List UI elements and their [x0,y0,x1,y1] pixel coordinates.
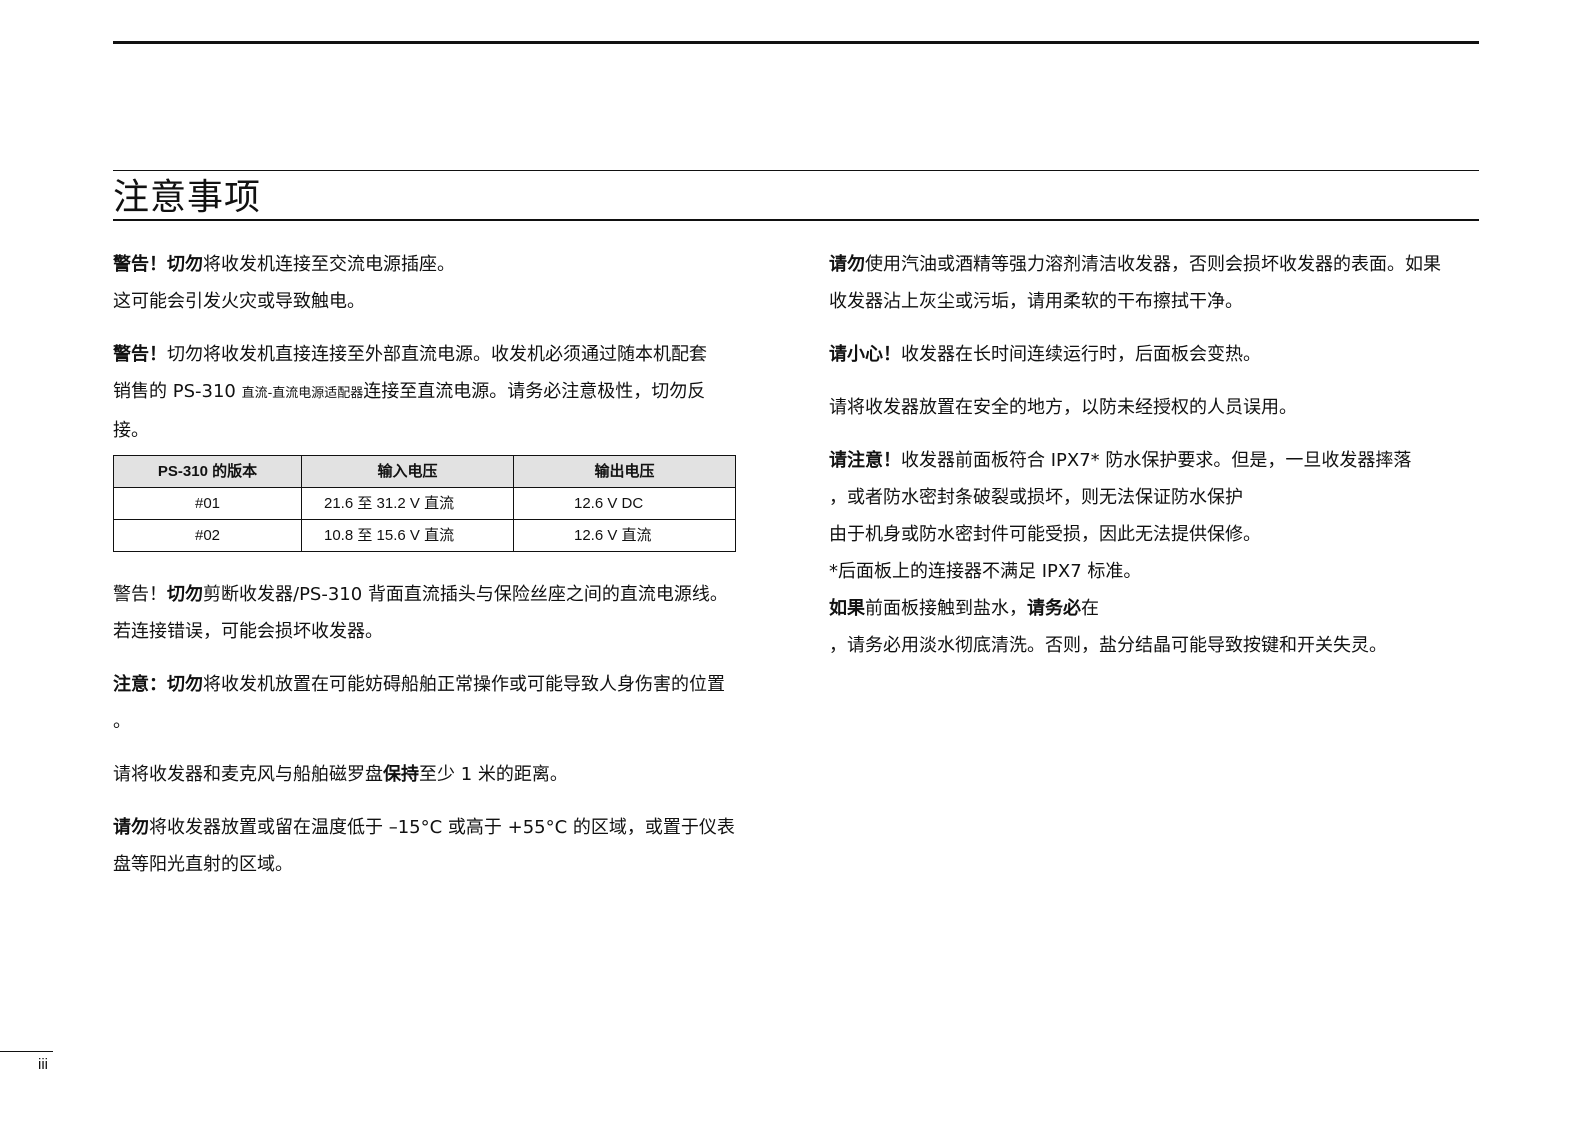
note-text: 至少 1 米的距离。 [419,764,568,785]
warning-text: 剪断收发器/PS-310 背面直流插头与保险丝座之间的直流电源线。 [203,584,728,605]
note-text: 请将收发器放置在安全的地方，以防未经授权的人员误用。 [829,397,1297,418]
table-header-cell: 输出电压 [513,455,736,488]
warning-label: 警告！ [113,344,167,365]
page-number: iii [38,1056,48,1073]
secure-placement-note: 请将收发器放置在安全的地方，以防未经授权的人员误用。 [829,389,1479,426]
compass-distance-note: 请将收发器和麦克风与船舶磁罗盘保持至少 1 米的距离。 [113,756,763,793]
table-row: #01 21.6 至 31.2 V 直流 12.6 V DC [113,487,736,520]
warning-text: 若连接错误，可能会损坏收发器。 [113,621,383,642]
warning-label: 警告！ [113,584,167,605]
note-text: *后面板上的连接器不满足 IPX7 标准。 [829,561,1142,582]
note-label: 请注意！ [829,450,901,471]
table-cell: 12.6 V DC [513,487,736,520]
page-title: 注意事项 [113,177,262,218]
warning-text: 销售的 PS-310 [113,381,242,402]
caution-text: 盘等阳光直射的区域。 [113,854,293,875]
note-text: ，请务必用淡水彻底清洗。否则，盐分结晶可能导致按键和开关失灵。 [829,635,1387,656]
title-rule-bottom [113,219,1479,221]
ps310-voltage-table: PS-310 的版本 输入电压 输出电压 #01 21.6 至 31.2 V 直… [113,455,736,552]
title-rule-top [113,170,1479,171]
caution-label: 注意： [113,674,167,695]
header-rule [113,41,1479,44]
note-text: ，或者防水密封条破裂或损坏，则无法保证防水保护 [829,487,1243,508]
table-cell: 21.6 至 31.2 V 直流 [301,487,514,520]
caution-text: 将收发器放置或留在温度低于 –15°C 或高于 +55°C 的区域，或置于仪表 [149,817,735,838]
dc-power-warning: 警告！切勿将收发机直接连接至外部直流电源。收发机必须通过随本机配套 销售的 PS… [113,336,763,449]
placement-caution: 注意：切勿将收发机放置在可能妨碍船舶正常操作或可能导致人身伤害的位置 。 [113,666,763,740]
left-column: 警告！切勿将收发机连接至交流电源插座。 这可能会引发火灾或导致触电。 警告！切勿… [113,246,763,899]
caution-label: 请小心！ [829,344,901,365]
dc-cable-warning: 警告！切勿剪断收发器/PS-310 背面直流插头与保险丝座之间的直流电源线。 若… [113,576,763,650]
caution-text: 将收发机放置在可能妨碍船舶正常操作或可能导致人身伤害的位置 [203,674,725,695]
caution-label: 请勿 [829,254,865,275]
note-emphasis: 保持 [383,764,419,785]
table-cell: #02 [113,519,302,552]
table-cell: 12.6 V 直流 [513,519,736,552]
note-emphasis: 请务必 [1027,598,1081,619]
table-header-cell: 输入电压 [301,455,514,488]
note-emphasis: 如果 [829,598,865,619]
warning-text: 接。 [113,420,149,441]
ac-power-warning: 警告！切勿将收发机连接至交流电源插座。 这可能会引发火灾或导致触电。 [113,246,763,320]
note-text: 前面板接触到盐水， [865,598,1027,619]
table-cell: 10.8 至 15.6 V 直流 [301,519,514,552]
waterproof-note: 请注意！收发器前面板符合 IPX7* 防水保护要求。但是，一旦收发器摔落 ，或者… [829,442,1479,664]
warning-text: 这可能会引发火灾或导致触电。 [113,291,365,312]
page-number-rule [0,1051,53,1052]
note-text: 收发器前面板符合 IPX7* 防水保护要求。但是，一旦收发器摔落 [901,450,1412,471]
caution-text: 使用汽油或酒精等强力溶剂清洁收发器，否则会损坏收发器的表面。如果 [865,254,1441,275]
note-text: 在 [1081,598,1099,619]
warning-label: 切勿 [167,584,203,605]
warning-text: 将收发机连接至交流电源插座。 [203,254,455,275]
caution-text: 。 [113,711,131,732]
table-row: #02 10.8 至 15.6 V 直流 12.6 V 直流 [113,519,736,552]
note-text: 由于机身或防水密封件可能受损，因此无法提供保修。 [829,524,1261,545]
note-text: 请将收发器和麦克风与船舶磁罗盘 [113,764,383,785]
caution-label: 切勿 [167,674,203,695]
caution-text: 收发器在长时间连续运行时，后面板会变热。 [901,344,1261,365]
warning-text: 连接至直流电源。请务必注意极性，切勿反 [363,381,706,402]
warning-text: 切勿将收发机直接连接至外部直流电源。收发机必须通过随本机配套 [167,344,707,365]
heat-caution: 请小心！收发器在长时间连续运行时，后面板会变热。 [829,336,1479,373]
table-header-cell: PS-310 的版本 [113,455,302,488]
temperature-caution: 请勿将收发器放置或留在温度低于 –15°C 或高于 +55°C 的区域，或置于仪… [113,809,763,883]
table-cell: #01 [113,487,302,520]
cleaning-caution: 请勿使用汽油或酒精等强力溶剂清洁收发器，否则会损坏收发器的表面。如果 收发器沾上… [829,246,1479,320]
warning-label: 警告！切勿 [113,254,203,275]
caution-label: 请勿 [113,817,149,838]
table-header-row: PS-310 的版本 输入电压 输出电压 [113,455,736,488]
right-column: 请勿使用汽油或酒精等强力溶剂清洁收发器，否则会损坏收发器的表面。如果 收发器沾上… [829,246,1479,680]
adapter-name: 直流-直流电源适配器 [241,386,364,401]
caution-text: 收发器沾上灰尘或污垢，请用柔软的干布擦拭干净。 [829,291,1243,312]
